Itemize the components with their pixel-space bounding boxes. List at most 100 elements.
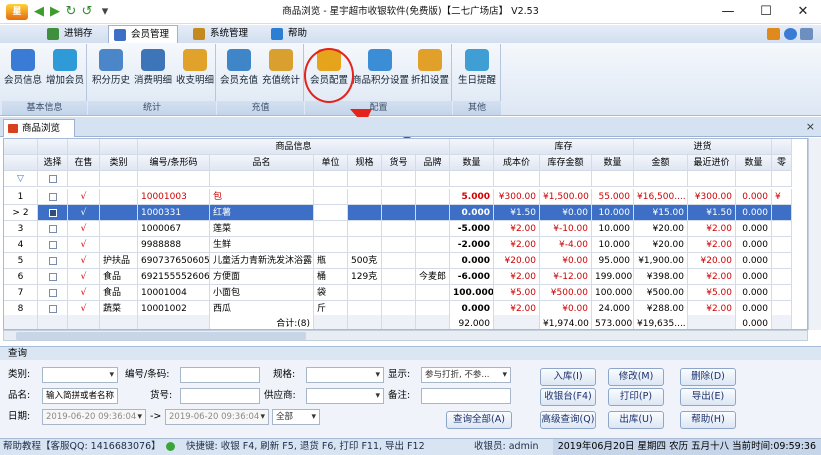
filter-row-icon[interactable]: ▽	[4, 171, 38, 187]
note-input[interactable]	[421, 388, 511, 404]
help-tutorial-link[interactable]: 帮助教程【客服QQ: 1416683076】	[3, 439, 161, 455]
tab-help[interactable]: 帮助	[266, 25, 316, 43]
supplier-select[interactable]	[306, 388, 384, 404]
grid-cell-row-number[interactable]: > 2	[4, 205, 38, 221]
grid-cell-row-number[interactable]: 1	[4, 189, 38, 205]
filter-cell[interactable]	[688, 171, 736, 187]
skin-icon[interactable]	[800, 28, 813, 40]
row-checkbox[interactable]	[48, 192, 57, 201]
product-grid[interactable]: 商品信息 库存 进货 选择 在售 类别 编号/条形码 品名 单位 规格 货号 品牌 数量 成本价 库存金额数…	[3, 138, 808, 330]
back-arrow-icon[interactable]: ◀	[32, 5, 46, 19]
filter-cell[interactable]	[210, 171, 314, 187]
grid-cell-row-number[interactable]: 3	[4, 221, 38, 237]
row-checkbox[interactable]	[48, 304, 57, 313]
grid-cell-select-checkbox[interactable]	[38, 237, 68, 253]
column-header[interactable]: 数量	[736, 155, 772, 171]
ribbon-button-product-points[interactable]: 商品积分设置	[352, 47, 409, 99]
column-header[interactable]: 零	[772, 155, 792, 171]
delete-button[interactable]: 删除(D)	[680, 368, 736, 386]
grid-cell-select-checkbox[interactable]	[38, 221, 68, 237]
horizontal-scrollbar[interactable]	[3, 330, 808, 341]
column-header[interactable]: 数量	[450, 155, 494, 171]
filter-cell[interactable]	[592, 171, 634, 187]
column-header[interactable]: 品名	[210, 155, 314, 171]
column-header[interactable]: 单位	[314, 155, 348, 171]
export-button[interactable]: 导出(E)	[680, 388, 736, 406]
column-header[interactable]: 选择	[38, 155, 68, 171]
category-select[interactable]	[42, 367, 118, 383]
ribbon-button-consumption-detail[interactable]: 消费明细	[132, 47, 174, 99]
row-checkbox[interactable]	[48, 272, 57, 281]
grid-cell-select-checkbox[interactable]	[38, 205, 68, 221]
sku-input[interactable]	[180, 388, 260, 404]
filter-cell[interactable]	[540, 171, 592, 187]
dropdown-icon[interactable]: ▾	[98, 5, 112, 19]
filter-cell[interactable]	[494, 171, 540, 187]
column-header[interactable]: 品牌	[416, 155, 450, 171]
spec-select[interactable]	[306, 367, 384, 383]
grid-cell-row-number[interactable]: 6	[4, 269, 38, 285]
sync-icon[interactable]: ↺	[80, 5, 94, 19]
vertical-scrollbar[interactable]	[808, 138, 821, 330]
filter-cell[interactable]	[314, 171, 348, 187]
filter-cell[interactable]	[736, 171, 772, 187]
column-header[interactable]: 金额	[634, 155, 688, 171]
grid-cell-row-number[interactable]: 4	[4, 237, 38, 253]
filter-cell[interactable]	[772, 171, 792, 187]
date-to-picker[interactable]: 2019-06-20 09:36:04	[165, 409, 269, 425]
grid-cell-select-checkbox[interactable]	[38, 269, 68, 285]
maximize-button[interactable]: ☐	[748, 2, 784, 22]
print-button[interactable]: 打印(P)	[608, 388, 664, 406]
column-header[interactable]: 规格	[348, 155, 382, 171]
ribbon-button-points-history[interactable]: 积分历史	[90, 47, 132, 99]
tab-member[interactable]: 会员管理	[108, 25, 178, 44]
filter-cell[interactable]	[38, 171, 68, 187]
filter-cell[interactable]	[634, 171, 688, 187]
ribbon-button-discount-settings[interactable]: 折扣设置	[410, 47, 450, 99]
filter-cell[interactable]	[450, 171, 494, 187]
forward-arrow-icon[interactable]: ▶	[48, 5, 62, 19]
tab-system[interactable]: 系统管理	[188, 25, 260, 43]
select-all-checkbox[interactable]	[48, 174, 57, 183]
code-input[interactable]	[180, 367, 260, 383]
query-all-button[interactable]: 查询全部(A)	[446, 411, 512, 429]
scroll-thumb[interactable]	[16, 332, 306, 340]
row-checkbox[interactable]	[48, 240, 57, 249]
ribbon-button-add-member[interactable]: 增加会员	[44, 47, 86, 99]
row-checkbox[interactable]	[48, 208, 57, 217]
column-header[interactable]: 在售	[68, 155, 100, 171]
grid-cell-row-number[interactable]: 5	[4, 253, 38, 269]
ribbon-button-member-recharge[interactable]: 会员充值	[218, 47, 260, 99]
stock-out-button[interactable]: 出库(U)	[608, 411, 664, 429]
close-button[interactable]: ✕	[785, 2, 821, 22]
grid-cell-row-number[interactable]: 7	[4, 285, 38, 301]
column-header[interactable]: 成本价	[494, 155, 540, 171]
row-checkbox[interactable]	[48, 256, 57, 265]
filter-cell[interactable]	[138, 171, 210, 187]
display-select[interactable]: 参与打折, 不参...	[421, 367, 511, 383]
minimize-button[interactable]: —	[710, 2, 746, 22]
help-circle-icon[interactable]	[784, 28, 797, 40]
grid-cell-select-checkbox[interactable]	[38, 189, 68, 205]
date-mode-select[interactable]: 全部	[272, 409, 320, 425]
tab-inventory[interactable]: 进销存	[42, 25, 102, 43]
column-header[interactable]: 最近进价	[688, 155, 736, 171]
help-button[interactable]: 帮助(H)	[680, 411, 736, 429]
cart-icon[interactable]	[767, 28, 780, 40]
edit-button[interactable]: 修改(M)	[608, 368, 664, 386]
filter-cell[interactable]	[68, 171, 100, 187]
ribbon-button-recharge-stats[interactable]: 充值统计	[260, 47, 302, 99]
row-checkbox[interactable]	[48, 288, 57, 297]
ribbon-button-income-expense[interactable]: 收支明细	[174, 47, 216, 99]
tab-product-browse[interactable]: 商品浏览	[3, 119, 75, 137]
column-header[interactable]: 数量	[592, 155, 634, 171]
filter-cell[interactable]	[348, 171, 382, 187]
column-header[interactable]: 编号/条形码	[138, 155, 210, 171]
row-checkbox[interactable]	[48, 224, 57, 233]
ribbon-button-member-info[interactable]: 会员信息	[3, 47, 43, 99]
filter-cell[interactable]	[416, 171, 450, 187]
column-header[interactable]: 类别	[100, 155, 138, 171]
close-tab-icon[interactable]: ×	[806, 120, 815, 133]
chat-icon[interactable]	[166, 442, 175, 451]
column-header[interactable]: 货号	[382, 155, 416, 171]
